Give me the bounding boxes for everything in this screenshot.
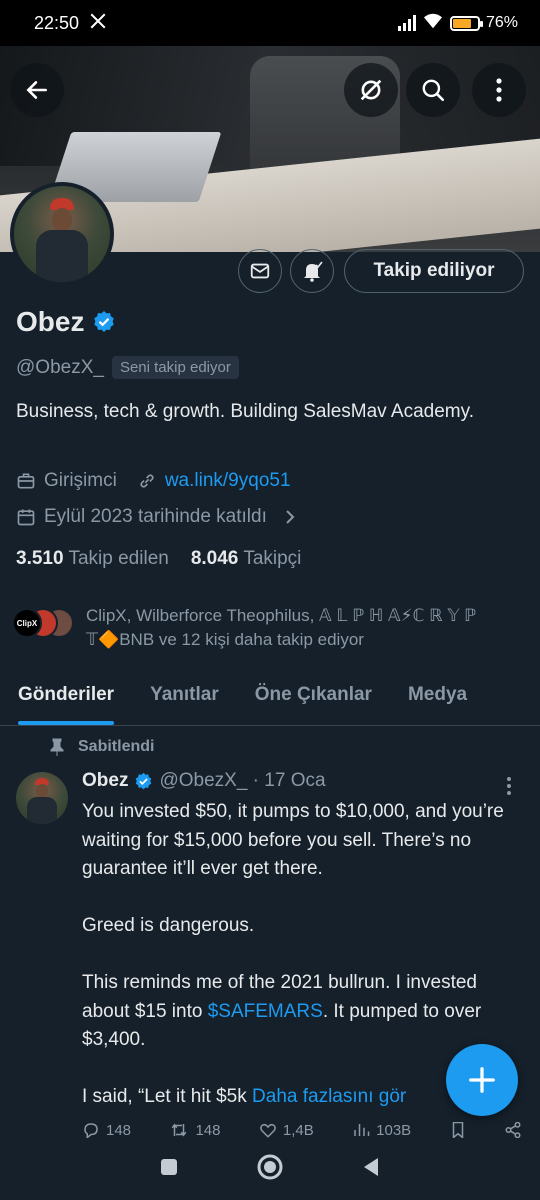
tweet-actions: 148 148 1,4B 103B bbox=[82, 1122, 522, 1138]
known-followers-text: ClipX, Wilberforce Theophilus, 𝔸 𝕃 ℙ ℍ 𝔸… bbox=[86, 606, 477, 649]
tab-media[interactable]: Medya bbox=[390, 670, 485, 725]
back-nav-icon[interactable] bbox=[361, 1156, 381, 1183]
tab-highlights[interactable]: Öne Çıkanlar bbox=[237, 670, 390, 725]
system-nav-bar bbox=[0, 1138, 540, 1200]
cashtag-link[interactable]: $SAFEMARS bbox=[208, 1001, 323, 1022]
views-icon bbox=[354, 1124, 370, 1136]
like-button[interactable]: 1,4B bbox=[259, 1122, 314, 1138]
search-icon[interactable] bbox=[406, 63, 460, 117]
calendar-icon bbox=[17, 509, 35, 526]
followers-link[interactable]: 8.046 Takipçi bbox=[191, 548, 302, 570]
reply-icon bbox=[84, 1123, 98, 1138]
profile-bio: Business, tech & growth. Building SalesM… bbox=[16, 401, 474, 422]
tweet-handle-date: @ObezX_ · 17 Oca bbox=[159, 770, 326, 791]
verified-badge-icon bbox=[136, 772, 152, 789]
compose-post-button[interactable] bbox=[446, 1044, 518, 1116]
joined-date: Eylül 2023 tarihinde katıldı bbox=[44, 506, 267, 527]
reply-button[interactable]: 148 bbox=[82, 1122, 131, 1138]
tab-replies[interactable]: Yanıtlar bbox=[132, 670, 237, 725]
notifications-button[interactable] bbox=[290, 249, 334, 293]
plus-icon bbox=[469, 1067, 495, 1093]
tab-posts[interactable]: Gönderiler bbox=[0, 670, 132, 725]
views-button[interactable]: 103B bbox=[352, 1122, 411, 1138]
bookmark-icon bbox=[452, 1122, 463, 1138]
share-icon bbox=[505, 1122, 521, 1138]
bell-check-icon bbox=[304, 261, 323, 282]
grok-icon[interactable] bbox=[344, 63, 398, 117]
show-more-link[interactable]: Daha fazlasını gör bbox=[252, 1086, 406, 1107]
back-arrow-icon[interactable] bbox=[10, 63, 64, 117]
heart-icon bbox=[260, 1123, 276, 1138]
signal-icon bbox=[397, 15, 416, 31]
profile-name: Obez bbox=[16, 306, 85, 337]
x-logo-icon bbox=[89, 12, 107, 35]
status-bar: 22:50 76% bbox=[0, 0, 540, 46]
chevron-right-icon bbox=[286, 510, 295, 524]
profile-link[interactable]: wa.link/9yqo51 bbox=[165, 470, 291, 492]
profile-category: Girişimci bbox=[44, 470, 117, 491]
followers-label: Takipçi bbox=[243, 548, 302, 569]
like-count: 1,4B bbox=[282, 1122, 314, 1138]
tweet-author-name[interactable]: Obez bbox=[82, 770, 128, 792]
wifi-icon bbox=[422, 12, 444, 35]
recents-icon[interactable] bbox=[159, 1157, 179, 1182]
repost-icon bbox=[172, 1123, 187, 1137]
home-icon[interactable] bbox=[256, 1153, 284, 1186]
pin-icon bbox=[50, 738, 64, 756]
known-followers[interactable]: ClipX ClipX, Wilberforce Theophilus, 𝔸 𝕃… bbox=[12, 604, 532, 652]
mail-icon bbox=[250, 263, 270, 279]
pinned-label: Sabitlendi bbox=[78, 738, 155, 755]
clipx-avatar-label: ClipX bbox=[16, 618, 38, 628]
known-followers-avatars: ClipX bbox=[12, 604, 76, 638]
repost-button[interactable]: 148 bbox=[169, 1122, 220, 1138]
share-button[interactable] bbox=[504, 1122, 522, 1138]
following-count: 3.510 bbox=[16, 548, 64, 569]
battery-icon bbox=[449, 15, 483, 31]
joined-row[interactable]: Eylül 2023 tarihinde katıldı bbox=[16, 506, 297, 528]
bookmark-button[interactable] bbox=[450, 1122, 466, 1138]
repost-count: 148 bbox=[195, 1122, 221, 1138]
reply-count: 148 bbox=[106, 1122, 132, 1138]
profile-tabs: Gönderiler Yanıtlar Öne Çıkanlar Medya bbox=[0, 670, 540, 726]
profile-avatar[interactable] bbox=[10, 182, 114, 286]
profile-handle: @ObezX_ bbox=[16, 356, 104, 378]
following-link[interactable]: 3.510 Takip edilen bbox=[16, 548, 169, 570]
tweet-paragraph: Greed is dangerous. bbox=[82, 915, 255, 936]
avatar bbox=[14, 186, 110, 282]
following-button[interactable]: Takip ediliyor bbox=[344, 249, 524, 293]
link-icon bbox=[140, 474, 154, 488]
tweet-paragraph: You invested $50, it pumps to $10,000, a… bbox=[82, 801, 504, 879]
tweet-paragraph: This reminds me of the 2021 bullrun. I i… bbox=[82, 972, 482, 1050]
follows-you-badge: Seni takip ediyor bbox=[111, 356, 239, 379]
followers-count: 8.046 bbox=[190, 548, 239, 569]
message-button[interactable] bbox=[238, 249, 282, 293]
following-label: Takip edilen bbox=[68, 548, 169, 569]
verified-badge-icon[interactable] bbox=[92, 310, 116, 334]
more-vertical-icon[interactable] bbox=[472, 63, 526, 117]
briefcase-icon bbox=[17, 473, 35, 489]
status-time: 22:50 bbox=[34, 12, 80, 33]
views-count: 103B bbox=[376, 1122, 412, 1138]
battery-percent: 76% bbox=[485, 14, 518, 31]
tweet-avatar[interactable] bbox=[16, 772, 68, 824]
